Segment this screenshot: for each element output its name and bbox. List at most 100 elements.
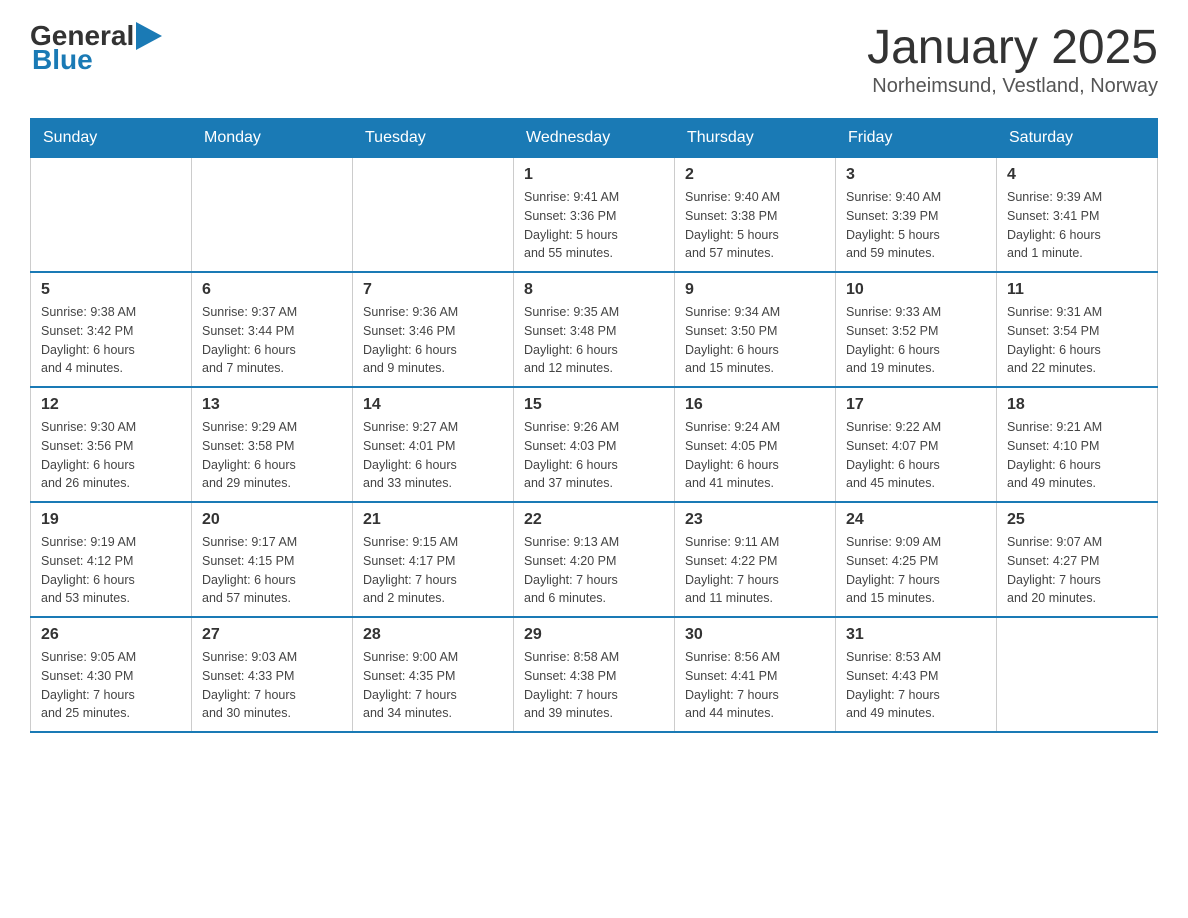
day-number: 2: [685, 166, 825, 184]
title-area: January 2025 Norheimsund, Vestland, Norw…: [867, 20, 1158, 98]
day-number: 15: [524, 396, 664, 414]
day-info: Sunrise: 9:40 AMSunset: 3:38 PMDaylight:…: [685, 188, 825, 263]
day-number: 28: [363, 626, 503, 644]
day-info: Sunrise: 9:07 AMSunset: 4:27 PMDaylight:…: [1007, 533, 1147, 608]
calendar-day-header: Monday: [192, 119, 353, 158]
day-number: 7: [363, 281, 503, 299]
logo: General Blue: [30, 20, 162, 76]
calendar-day-cell: 2 Sunrise: 9:40 AMSunset: 3:38 PMDaylight…: [675, 158, 836, 273]
calendar-day-cell: 21Sunrise: 9:15 AMSunset: 4:17 PMDayligh…: [353, 502, 514, 617]
calendar-day-cell: 4 Sunrise: 9:39 AMSunset: 3:41 PMDaylight…: [997, 158, 1158, 273]
calendar-week-row: 26 Sunrise: 9:05 AMSunset: 4:30 PMDayligh…: [31, 617, 1158, 732]
calendar-day-header: Friday: [836, 119, 997, 158]
day-info: Sunrise: 9:26 AMSunset: 4:03 PMDaylight:…: [524, 418, 664, 493]
calendar-table: SundayMondayTuesdayWednesdayThursdayFrid…: [30, 118, 1158, 733]
day-number: 11: [1007, 281, 1147, 299]
day-number: 18: [1007, 396, 1147, 414]
page-title: January 2025: [867, 20, 1158, 75]
calendar-day-header: Sunday: [31, 119, 192, 158]
day-number: 14: [363, 396, 503, 414]
calendar-day-cell: 7 Sunrise: 9:36 AMSunset: 3:46 PMDaylight…: [353, 272, 514, 387]
day-number: 21: [363, 511, 503, 529]
day-number: 4: [1007, 166, 1147, 184]
day-info: Sunrise: 9:38 AMSunset: 3:42 PMDaylight:…: [41, 303, 181, 378]
page-subtitle: Norheimsund, Vestland, Norway: [867, 75, 1158, 98]
day-number: 23: [685, 511, 825, 529]
day-number: 27: [202, 626, 342, 644]
day-info: Sunrise: 9:39 AMSunset: 3:41 PMDaylight:…: [1007, 188, 1147, 263]
day-info: Sunrise: 9:31 AMSunset: 3:54 PMDaylight:…: [1007, 303, 1147, 378]
calendar-day-cell: 18 Sunrise: 9:21 AMSunset: 4:10 PMDayligh…: [997, 387, 1158, 502]
calendar-day-cell: 6Sunrise: 9:37 AMSunset: 3:44 PMDaylight…: [192, 272, 353, 387]
calendar-day-cell: [192, 158, 353, 273]
day-number: 17: [846, 396, 986, 414]
calendar-day-cell: 3 Sunrise: 9:40 AMSunset: 3:39 PMDaylight…: [836, 158, 997, 273]
day-number: 25: [1007, 511, 1147, 529]
calendar-day-cell: 25 Sunrise: 9:07 AMSunset: 4:27 PMDayligh…: [997, 502, 1158, 617]
calendar-week-row: 19 Sunrise: 9:19 AMSunset: 4:12 PMDayligh…: [31, 502, 1158, 617]
day-number: 1: [524, 166, 664, 184]
day-number: 16: [685, 396, 825, 414]
day-info: Sunrise: 9:03 AMSunset: 4:33 PMDaylight:…: [202, 648, 342, 723]
calendar-day-cell: [353, 158, 514, 273]
day-info: Sunrise: 9:24 AMSunset: 4:05 PMDaylight:…: [685, 418, 825, 493]
day-number: 29: [524, 626, 664, 644]
calendar-day-header: Saturday: [997, 119, 1158, 158]
page-header: General Blue January 2025 Norheimsund, V…: [30, 20, 1158, 98]
logo-blue-text: Blue: [32, 44, 93, 76]
calendar-week-row: 12 Sunrise: 9:30 AMSunset: 3:56 PMDayligh…: [31, 387, 1158, 502]
day-info: Sunrise: 9:13 AMSunset: 4:20 PMDaylight:…: [524, 533, 664, 608]
day-number: 19: [41, 511, 181, 529]
day-number: 22: [524, 511, 664, 529]
calendar-day-header: Tuesday: [353, 119, 514, 158]
calendar-day-cell: 23Sunrise: 9:11 AMSunset: 4:22 PMDayligh…: [675, 502, 836, 617]
calendar-day-cell: [31, 158, 192, 273]
day-number: 5: [41, 281, 181, 299]
calendar-day-header: Wednesday: [514, 119, 675, 158]
day-info: Sunrise: 9:36 AMSunset: 3:46 PMDaylight:…: [363, 303, 503, 378]
calendar-day-cell: 28 Sunrise: 9:00 AMSunset: 4:35 PMDayligh…: [353, 617, 514, 732]
day-info: Sunrise: 9:34 AMSunset: 3:50 PMDaylight:…: [685, 303, 825, 378]
day-number: 24: [846, 511, 986, 529]
calendar-day-cell: 16 Sunrise: 9:24 AMSunset: 4:05 PMDayligh…: [675, 387, 836, 502]
day-number: 6: [202, 281, 342, 299]
day-number: 31: [846, 626, 986, 644]
day-info: Sunrise: 9:05 AMSunset: 4:30 PMDaylight:…: [41, 648, 181, 723]
calendar-week-row: 5 Sunrise: 9:38 AMSunset: 3:42 PMDaylight…: [31, 272, 1158, 387]
calendar-day-cell: 27 Sunrise: 9:03 AMSunset: 4:33 PMDayligh…: [192, 617, 353, 732]
day-info: Sunrise: 9:30 AMSunset: 3:56 PMDaylight:…: [41, 418, 181, 493]
day-number: 8: [524, 281, 664, 299]
day-info: Sunrise: 9:09 AMSunset: 4:25 PMDaylight:…: [846, 533, 986, 608]
calendar-day-cell: 10 Sunrise: 9:33 AMSunset: 3:52 PMDayligh…: [836, 272, 997, 387]
day-number: 12: [41, 396, 181, 414]
day-number: 26: [41, 626, 181, 644]
calendar-day-cell: 17Sunrise: 9:22 AMSunset: 4:07 PMDayligh…: [836, 387, 997, 502]
calendar-day-cell: 8Sunrise: 9:35 AMSunset: 3:48 PMDaylight…: [514, 272, 675, 387]
calendar-day-cell: 24 Sunrise: 9:09 AMSunset: 4:25 PMDayligh…: [836, 502, 997, 617]
day-info: Sunrise: 9:33 AMSunset: 3:52 PMDaylight:…: [846, 303, 986, 378]
day-number: 3: [846, 166, 986, 184]
calendar-day-cell: 29Sunrise: 8:58 AMSunset: 4:38 PMDayligh…: [514, 617, 675, 732]
day-info: Sunrise: 8:53 AMSunset: 4:43 PMDaylight:…: [846, 648, 986, 723]
day-info: Sunrise: 8:56 AMSunset: 4:41 PMDaylight:…: [685, 648, 825, 723]
calendar-day-cell: 5 Sunrise: 9:38 AMSunset: 3:42 PMDaylight…: [31, 272, 192, 387]
calendar-day-cell: [997, 617, 1158, 732]
day-number: 13: [202, 396, 342, 414]
calendar-week-row: 1 Sunrise: 9:41 AMSunset: 3:36 PMDaylight…: [31, 158, 1158, 273]
calendar-day-cell: 20Sunrise: 9:17 AMSunset: 4:15 PMDayligh…: [192, 502, 353, 617]
day-info: Sunrise: 9:19 AMSunset: 4:12 PMDaylight:…: [41, 533, 181, 608]
calendar-header-row: SundayMondayTuesdayWednesdayThursdayFrid…: [31, 119, 1158, 158]
calendar-day-cell: 15 Sunrise: 9:26 AMSunset: 4:03 PMDayligh…: [514, 387, 675, 502]
day-number: 30: [685, 626, 825, 644]
calendar-day-cell: 30 Sunrise: 8:56 AMSunset: 4:41 PMDayligh…: [675, 617, 836, 732]
day-info: Sunrise: 9:21 AMSunset: 4:10 PMDaylight:…: [1007, 418, 1147, 493]
calendar-day-cell: 11 Sunrise: 9:31 AMSunset: 3:54 PMDayligh…: [997, 272, 1158, 387]
day-number: 10: [846, 281, 986, 299]
day-info: Sunrise: 9:27 AMSunset: 4:01 PMDaylight:…: [363, 418, 503, 493]
calendar-day-cell: 14 Sunrise: 9:27 AMSunset: 4:01 PMDayligh…: [353, 387, 514, 502]
calendar-day-cell: 26 Sunrise: 9:05 AMSunset: 4:30 PMDayligh…: [31, 617, 192, 732]
day-info: Sunrise: 9:41 AMSunset: 3:36 PMDaylight:…: [524, 188, 664, 263]
calendar-day-cell: 9Sunrise: 9:34 AMSunset: 3:50 PMDaylight…: [675, 272, 836, 387]
day-info: Sunrise: 9:00 AMSunset: 4:35 PMDaylight:…: [363, 648, 503, 723]
day-info: Sunrise: 9:40 AMSunset: 3:39 PMDaylight:…: [846, 188, 986, 263]
